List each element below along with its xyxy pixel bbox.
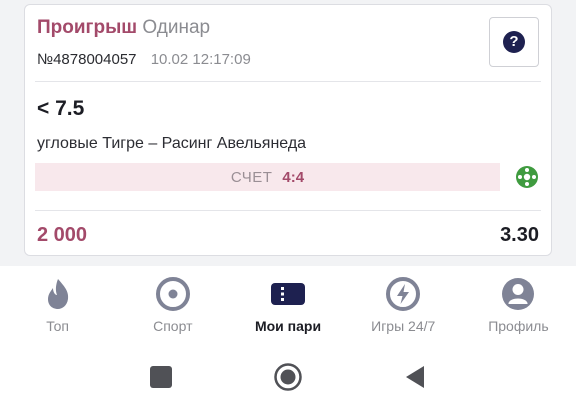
nav-label: Профиль (488, 318, 549, 334)
profile-icon (502, 278, 535, 310)
bet-stake: 2 000 (37, 224, 88, 246)
bottom-nav: Топ Спорт Мои пари Игры 24/7 Профиль (0, 266, 576, 342)
score-bar: СЧЕТ 4:4 (35, 163, 500, 191)
recent-apps-icon[interactable] (146, 362, 176, 392)
score-label: СЧЕТ (230, 168, 273, 186)
bet-datetime: 10.02 12:17:09 (150, 51, 251, 68)
bet-status-line: Проигрыш Одинар (37, 17, 210, 39)
nav-item-profile[interactable]: Профиль (461, 266, 576, 342)
bet-type: Одинар (142, 17, 211, 38)
nav-item-my-bets[interactable]: Мои пари (230, 266, 345, 342)
nav-item-sport[interactable]: Спорт (115, 266, 230, 342)
bet-market: угловые Тигре – Расинг Авельянеда (37, 135, 307, 152)
bet-id: №4878004057 (37, 51, 137, 68)
ticket-icon (271, 283, 305, 305)
bet-status: Проигрыш (37, 17, 138, 38)
bet-card[interactable]: Проигрыш Одинар №4878004057 10.02 12:17:… (24, 4, 552, 256)
nav-label: Спорт (153, 318, 193, 334)
bet-selection: < 7.5 (37, 97, 85, 120)
back-icon[interactable] (400, 362, 430, 392)
divider (35, 81, 541, 82)
system-nav-bar (0, 342, 576, 409)
nav-label: Игры 24/7 (371, 318, 436, 334)
home-icon[interactable] (273, 362, 303, 392)
lightning-icon (386, 277, 421, 311)
score-value: 4:4 (282, 168, 305, 186)
bet-meta: №4878004057 10.02 12:17:09 (37, 51, 251, 68)
soccer-ball-icon (516, 166, 538, 188)
nav-label: Топ (46, 318, 70, 334)
help-button[interactable]: ? (489, 17, 539, 67)
flame-icon (47, 279, 68, 309)
nav-item-top[interactable]: Топ (0, 266, 115, 342)
bet-odds: 3.30 (500, 224, 539, 246)
nav-item-games[interactable]: Игры 24/7 (346, 266, 461, 342)
target-icon (155, 277, 190, 311)
nav-label: Мои пари (254, 318, 322, 334)
question-icon: ? (503, 31, 525, 53)
divider (35, 210, 541, 211)
